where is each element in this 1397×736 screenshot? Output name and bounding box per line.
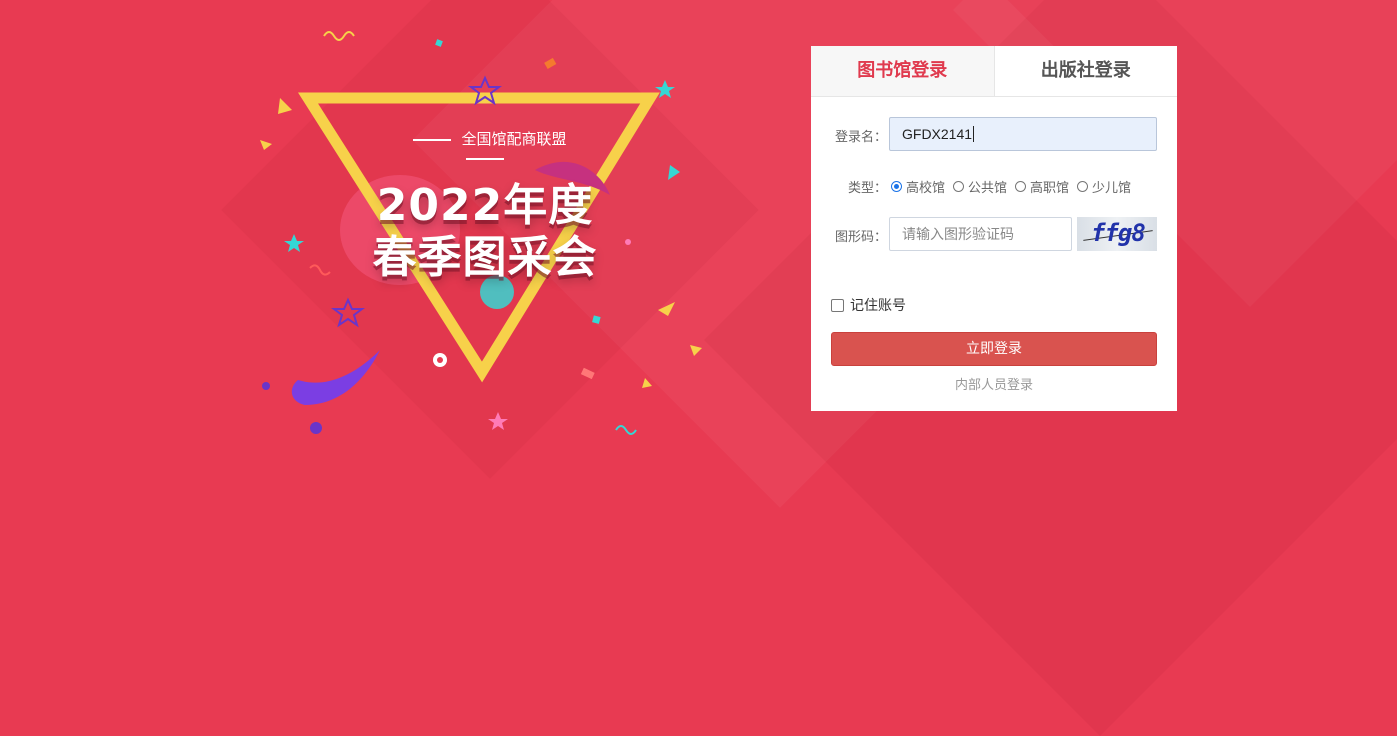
text-caret: [973, 126, 975, 142]
captcha-input[interactable]: [889, 217, 1072, 251]
radio-selected-icon[interactable]: [891, 181, 902, 192]
login-panel: 图书馆登录 出版社登录 登录名： GFDX2141 类型： 高校馆 公共馆 高职…: [811, 46, 1177, 411]
username-row: 登录名： GFDX2141: [811, 117, 1177, 151]
radio-unselected-icon[interactable]: [1077, 181, 1089, 192]
remember-account-checkbox[interactable]: 记住账号: [831, 295, 906, 315]
tab-library-login[interactable]: 图书馆登录: [811, 46, 995, 96]
radio-label: 高职馆: [1030, 181, 1070, 196]
login-tabs: 图书馆登录 出版社登录: [811, 46, 1177, 97]
hero-banner: 全国馆配商联盟 2022年度 春季图采会: [250, 20, 720, 450]
username-input[interactable]: GFDX2141: [889, 117, 1157, 151]
radio-vocational-library[interactable]: 高职馆: [1015, 177, 1069, 196]
radio-label: 高校馆: [906, 181, 946, 196]
staff-login-link[interactable]: 内部人员登录: [811, 374, 1177, 393]
library-type-group: 高校馆 公共馆 高职馆 少儿馆: [891, 177, 1139, 196]
radio-unselected-icon[interactable]: [1015, 181, 1027, 192]
radio-public-library[interactable]: 公共馆: [953, 177, 1007, 196]
hero-title-line-2: 春季图采会: [372, 232, 598, 283]
username-label: 登录名：: [834, 130, 887, 145]
radio-unselected-icon[interactable]: [953, 181, 965, 192]
tab-publisher-login[interactable]: 出版社登录: [995, 46, 1178, 96]
type-row: 类型： 高校馆 公共馆 高职馆 少儿馆: [811, 177, 1177, 196]
captcha-row: 图形码： ffg8: [811, 217, 1177, 251]
radio-university-library[interactable]: 高校馆: [891, 177, 945, 196]
captcha-image[interactable]: ffg8: [1077, 217, 1157, 251]
hero-subtitle: 全国馆配商联盟: [380, 128, 590, 167]
checkbox-unchecked-icon[interactable]: [831, 298, 844, 312]
radio-children-library[interactable]: 少儿馆: [1077, 177, 1131, 196]
hero-title-line-1: 2022年度: [376, 180, 594, 231]
captcha-label: 图形码：: [834, 230, 887, 245]
type-label: 类型：: [847, 181, 887, 196]
radio-label: 公共馆: [968, 181, 1008, 196]
login-button[interactable]: 立即登录: [831, 332, 1157, 366]
remember-account-label: 记住账号: [850, 298, 906, 314]
username-value: GFDX2141: [902, 126, 973, 142]
radio-label: 少儿馆: [1092, 181, 1132, 196]
hero-title: 2022年度 春季图采会: [345, 180, 625, 284]
captcha-text: ffg8: [1091, 219, 1146, 247]
